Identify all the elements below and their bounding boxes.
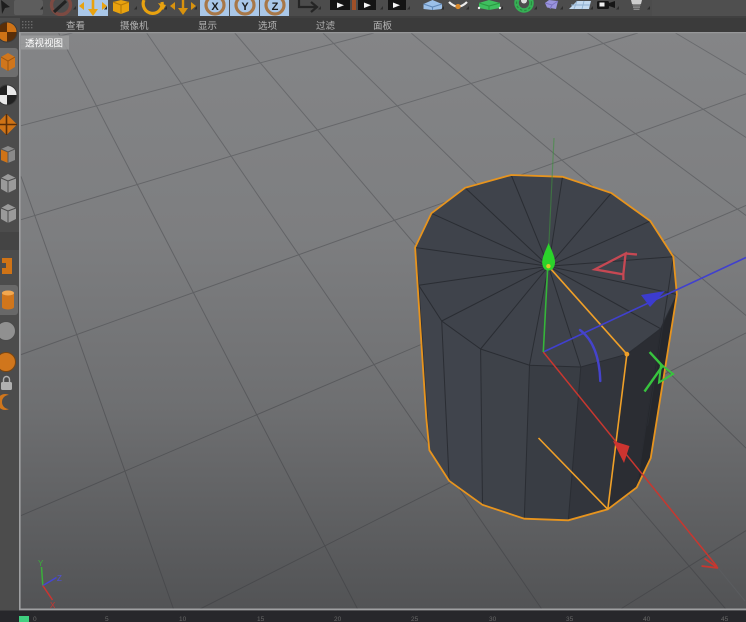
svg-text:查看: 查看 — [66, 20, 85, 32]
svg-text:25: 25 — [411, 616, 419, 622]
svg-text:10: 10 — [179, 616, 187, 622]
svg-text:20: 20 — [334, 616, 342, 622]
svg-text:摄像机: 摄像机 — [120, 20, 149, 32]
svg-text:Z: Z — [57, 574, 62, 583]
svg-text:0: 0 — [33, 616, 37, 622]
svg-text:显示: 显示 — [198, 21, 217, 32]
svg-text:40: 40 — [643, 616, 651, 622]
svg-text:15: 15 — [257, 616, 265, 622]
svg-text:5: 5 — [105, 616, 109, 622]
svg-text:X: X — [211, 1, 219, 13]
svg-text:Y: Y — [241, 1, 249, 13]
svg-text:过滤: 过滤 — [316, 20, 336, 32]
svg-text:Z: Z — [272, 1, 279, 13]
svg-text:30: 30 — [489, 616, 497, 622]
svg-text:透视视图: 透视视图 — [25, 38, 63, 50]
svg-text:35: 35 — [566, 616, 574, 622]
svg-text:Y: Y — [38, 559, 44, 568]
svg-text:面板: 面板 — [373, 20, 393, 32]
svg-text:45: 45 — [721, 616, 729, 622]
svg-text:选项: 选项 — [258, 20, 278, 32]
